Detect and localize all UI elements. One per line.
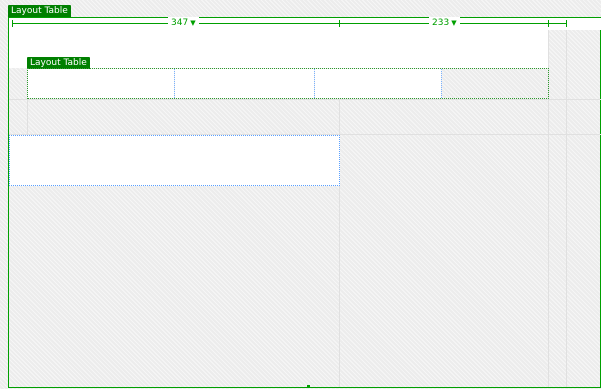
inner-cell[interactable] <box>442 69 548 98</box>
column-width-value: 233 <box>432 18 450 28</box>
row-guide <box>27 99 28 134</box>
inner-cell[interactable] <box>175 69 314 98</box>
ruler-tick-edge <box>566 20 567 27</box>
column-width-menu-1[interactable]: 347 ▼ <box>168 17 199 29</box>
lower-layout-cell[interactable] <box>9 135 340 186</box>
outer-layout-table-tab[interactable]: Layout Table <box>8 5 71 17</box>
top-layout-cell[interactable] <box>9 30 548 68</box>
chevron-down-icon: ▼ <box>451 19 457 27</box>
cell-divider <box>441 69 442 98</box>
column-ruler <box>9 18 601 30</box>
ruler-tick-col2-end <box>548 20 549 27</box>
resize-handle[interactable] <box>307 385 310 388</box>
chevron-down-icon: ▼ <box>190 19 196 27</box>
row-guide <box>9 99 601 100</box>
cell-divider <box>174 69 175 98</box>
cell-divider <box>314 69 315 98</box>
ruler-tick-start <box>12 20 13 27</box>
column-guide <box>566 30 567 387</box>
inner-cell[interactable] <box>315 69 441 98</box>
column-width-menu-2[interactable]: 233 ▼ <box>429 17 460 29</box>
column-width-value: 347 <box>171 18 189 28</box>
ruler-line <box>12 23 567 24</box>
inner-cell[interactable] <box>28 69 174 98</box>
ruler-tick-col1-end <box>339 20 340 27</box>
